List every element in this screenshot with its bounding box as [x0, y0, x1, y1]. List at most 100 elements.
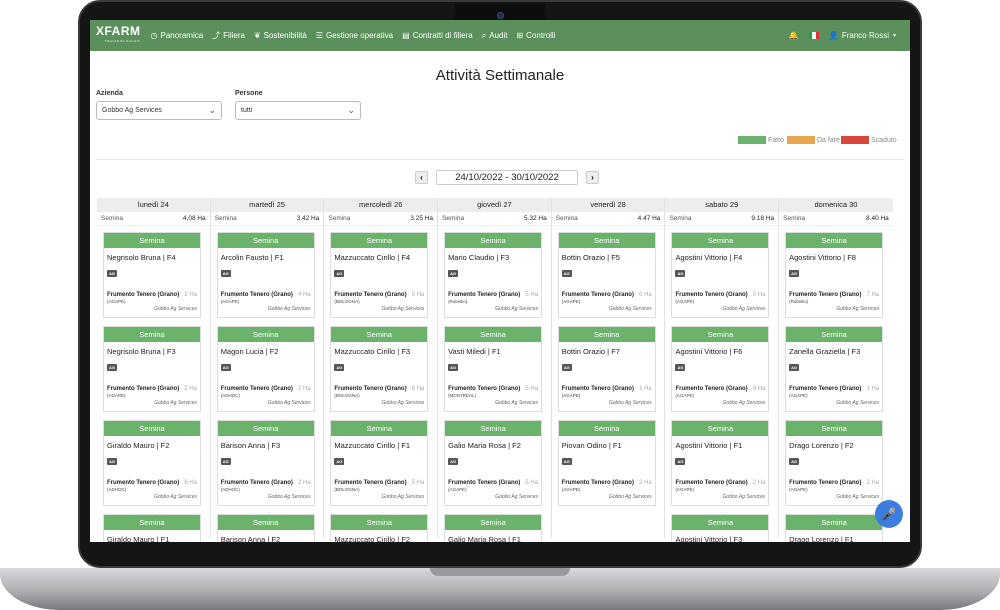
legend-label: Fatto — [768, 136, 784, 144]
activity-card[interactable]: Semina Negrisolo Bruna | F3 AG Frumento Ten… — [103, 326, 201, 412]
activity-type: Semina — [786, 421, 883, 436]
persone-select[interactable]: tutti ⌄ — [235, 101, 361, 120]
crop-area: 5 Ha — [525, 386, 539, 392]
crop-row: Frumento Tenero (Grano) 2 Ha — [559, 468, 655, 486]
crop-row: Frumento Tenero (Grano) 2 Ha — [218, 374, 314, 392]
person-field: Barison Anna | F2 — [220, 535, 281, 542]
person-field: Mazzuccato Cirillo | F3 — [334, 347, 411, 356]
nav-item-contratti-di-filiera[interactable]: ▤ Contratti di filiera — [402, 30, 473, 41]
activity-card[interactable]: Semina Mazzuccato Cirillo | F3 AG Frumento … — [330, 326, 429, 412]
next-week-button[interactable]: › — [586, 171, 599, 184]
activity-type: Semina — [217, 515, 314, 530]
week-range: 24/10/2022 - 30/10/2022 — [436, 170, 578, 185]
day-summary: Semina 5.32 Ha — [438, 212, 551, 226]
company-name: Gobbo Ag Services — [381, 494, 425, 500]
ag-badge: AG — [789, 270, 800, 277]
activity-card[interactable]: Semina Vasti Miledi | F1 AG Frumento Tenero… — [444, 326, 543, 412]
summary-value: 4.08 Ha — [182, 215, 206, 222]
activity-type: Semina — [331, 327, 428, 342]
activity-card[interactable]: Semina Mario Claudio | F3 AG Frumento Tener… — [444, 232, 543, 318]
activity-card[interactable]: Semina Agostini Vittorio | F8 AG Frumento T… — [785, 232, 884, 318]
crop-row: Frumento Tenero (Grano) 5 Ha — [445, 280, 541, 298]
nav-item-gestione-operativa[interactable]: ☰ Gestione operativa — [316, 30, 393, 41]
microphone-button[interactable]: 🎤 — [875, 500, 903, 528]
day-header: sabato 29 — [665, 198, 779, 212]
activity-card[interactable]: Semina Mazzuccato Cirillo | F1 AG Frumento … — [330, 420, 429, 506]
crop-area: 2 Ha — [184, 292, 197, 298]
activity-card[interactable]: Semina Agostini Vittorio | F4 AG Frumento T… — [671, 232, 770, 318]
company-name: Gobbo Ag Services — [267, 494, 311, 500]
summary-label: Semina — [442, 215, 465, 222]
activity-card[interactable]: Semina Agostini Vittorio | F3 — [671, 514, 770, 542]
crop-name: Frumento Tenero (Grano) — [107, 292, 180, 298]
caret-down-icon[interactable]: ▾ — [893, 32, 896, 39]
azienda-select[interactable]: Gobbo Ag Services ⌄ — [96, 101, 222, 120]
crop-area: 5 Ha — [525, 480, 539, 486]
activity-type: Semina — [672, 515, 769, 530]
activity-card[interactable]: Semina Galio Maria Rosa | F1 — [444, 514, 543, 542]
user-menu[interactable]: Franco Rossi — [842, 31, 889, 40]
nav-item-filiera[interactable]: ⤴ Filiera — [212, 30, 245, 41]
activity-card[interactable]: Semina Magon Lucia | F2 AG Frumento Tenero … — [216, 326, 315, 412]
bell-icon[interactable]: 🔔 — [789, 31, 799, 40]
crop-row: Frumento Tenero (Grano) 2 Ha — [104, 280, 200, 298]
nav-item-sostenibilit-[interactable]: ❦ Sostenibilità — [254, 30, 307, 41]
top-navbar: XFARM TECHNOLOGIES ◷ Panoramica ⤴ Filiera ❦ So… — [90, 20, 910, 51]
person-field: Agostini Vittorio | F3 — [675, 535, 743, 542]
crop-area: 1 Ha — [866, 386, 880, 392]
brand-logo[interactable]: XFARM TECHNOLOGIES — [96, 25, 141, 46]
company-name: Gobbo Ag Services — [495, 494, 539, 500]
italy-flag-icon[interactable] — [808, 32, 819, 39]
activity-card[interactable]: Semina Mazzuccato Cirillo | F2 — [330, 514, 429, 542]
activity-card[interactable]: Semina Drago Lorenzo | F1 — [785, 514, 884, 542]
prev-week-button[interactable]: ‹ — [415, 171, 428, 184]
nav-item-controlli[interactable]: ⊞ Controlli — [516, 30, 555, 41]
company-name: Gobbo Ag Services — [381, 400, 425, 406]
person-field: Mazzuccato Cirillo | F2 — [334, 535, 411, 542]
person-field: Negrisolo Bruna | F3 — [107, 347, 176, 356]
nav-item-audit[interactable]: ⌕ Audit — [482, 30, 508, 41]
activity-card[interactable]: Semina Barison Anna | F2 — [216, 514, 315, 542]
nav-menu: ◷ Panoramica ⤴ Filiera ❦ Sostenibilità ☰ Gestio… — [151, 30, 565, 41]
activity-card[interactable]: Semina Bottin Orazio | F5 AG Frumento Tener… — [557, 232, 656, 318]
crop-row: Frumento Tenero (Grano) 5 Ha — [331, 468, 427, 486]
company-name: Gobbo Ag Services — [608, 306, 652, 312]
company-name: Gobbo Ag Services — [836, 306, 880, 312]
crop-name: Frumento Tenero (Grano) — [334, 292, 407, 298]
crop-area: 5 Ha — [411, 292, 425, 298]
activity-card[interactable]: Semina Giraldo Mauro | F1 — [103, 514, 201, 542]
activity-card[interactable]: Semina Barison Anna | F3 AG Frumento Tenero… — [216, 420, 315, 506]
activity-card[interactable]: Semina Mazzuccato Cirillo | F4 AG Frumento … — [330, 232, 429, 318]
crop-area: 9 Ha — [752, 386, 766, 392]
activity-card[interactable]: Semina Giraldo Mauro | F2 AG Frumento Tener… — [103, 420, 201, 506]
company-name: Gobbo Ag Services — [154, 306, 197, 312]
activity-card[interactable]: Semina Agostini Vittorio | F6 AG Frumento T… — [671, 326, 770, 412]
activity-card[interactable]: Semina Piovan Odino | F1 AG Frumento Tenero… — [557, 420, 656, 506]
day-summary: Semina 4.47 Ha — [551, 212, 665, 226]
activity-type: Semina — [786, 515, 883, 530]
activity-card[interactable]: Semina Zanella Graziella | F3 AG Frumento T… — [785, 326, 884, 412]
summary-label: Semina — [328, 215, 351, 222]
activity-card[interactable]: Semina Bottin Orazio | F7 AG Frumento Tener… — [557, 326, 656, 412]
ag-badge: AG — [675, 458, 686, 465]
company-name: Gobbo Ag Services — [154, 400, 197, 406]
activity-type: Semina — [331, 233, 428, 248]
company-name: Gobbo Ag Services — [267, 306, 311, 312]
activity-card[interactable]: Semina Agostini Vittorio | F1 AG Frumento T… — [671, 420, 770, 506]
person-field: Mazzuccato Cirillo | F1 — [334, 441, 411, 450]
crop-area: 0 Ha — [752, 292, 766, 298]
summary-label: Semina — [783, 215, 806, 222]
nav-item-panoramica[interactable]: ◷ Panoramica — [151, 30, 204, 41]
company-name: Gobbo Ag Services — [381, 306, 425, 312]
activity-card[interactable]: Semina Drago Lorenzo | F2 AG Frumento Tener… — [785, 420, 884, 506]
activity-type: Semina — [104, 327, 200, 342]
crop-name: Frumento Tenero (Grano) — [334, 480, 407, 486]
activity-card[interactable]: Semina Negrisolo Bruna | F4 AG Frumento Ten… — [103, 232, 201, 318]
crop-row: Frumento Tenero (Grano) 5 Ha — [445, 374, 541, 392]
activity-card[interactable]: Semina Galio Maria Rosa | F2 AG Frumento Te… — [444, 420, 543, 506]
crop-area: 2 Ha — [184, 386, 197, 392]
activity-card[interactable]: Semina Arcolin Fausto | F1 AG Frumento Tene… — [216, 232, 315, 318]
ag-badge: AG — [107, 364, 117, 371]
person-field: Drago Lorenzo | F1 — [789, 535, 854, 542]
persone-label: Persone — [235, 90, 263, 97]
